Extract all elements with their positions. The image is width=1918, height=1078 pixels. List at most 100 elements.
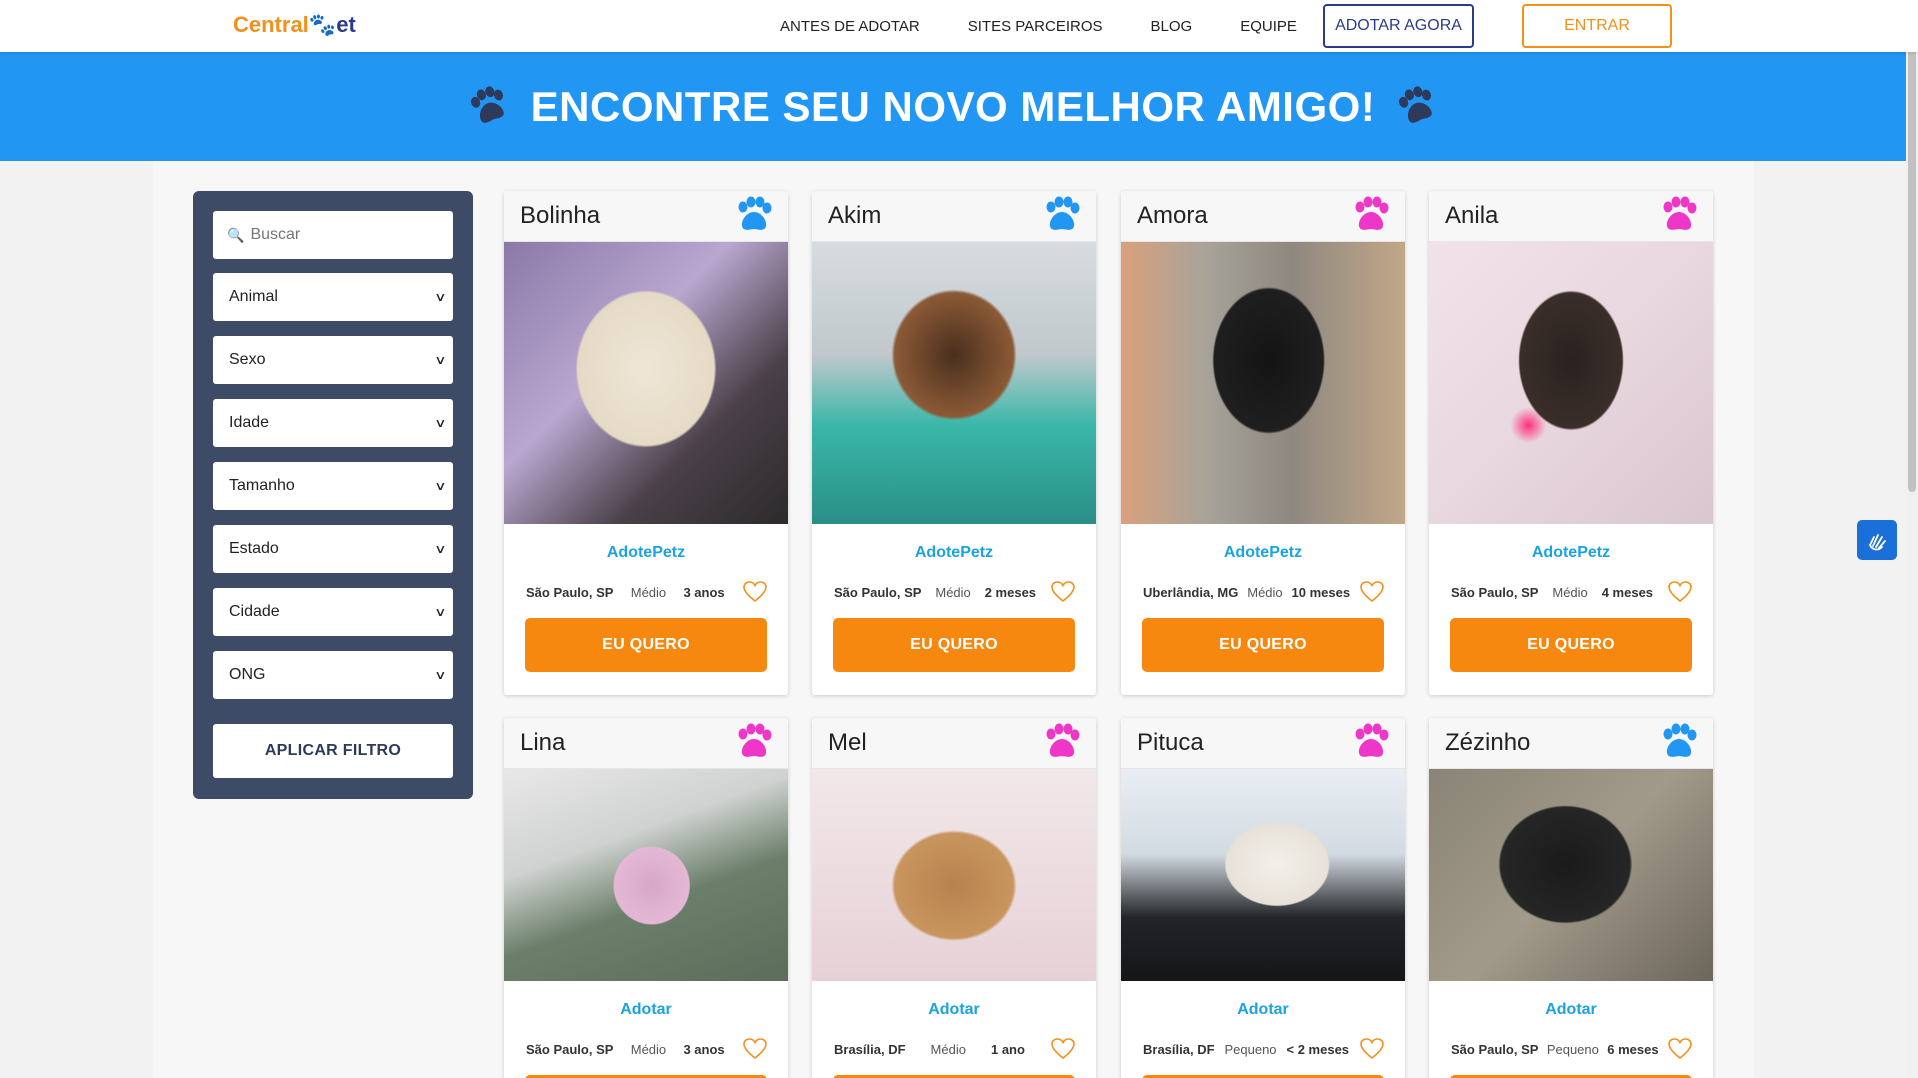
pet-size: Médio	[1247, 584, 1283, 600]
adopt-button[interactable]: EU QUERO	[1450, 618, 1692, 672]
pet-age: 10 meses	[1291, 584, 1351, 600]
pet-org-link[interactable]: Adotar	[812, 1001, 1096, 1019]
pet-org-link[interactable]: AdotePetz	[504, 544, 788, 562]
hero-banner: ENCONTRE SEU NOVO MELHOR AMIGO!	[0, 52, 1906, 161]
filter-panel: 🔍 Buscar Animal ∨ Sexo ∨ Idade ∨ Tamanho ∨ E…	[193, 191, 473, 799]
pet-card[interactable]: Amora AdotePetz Uberlândia, MG Médio 10 mese…	[1121, 191, 1405, 695]
pet-card-header: Zézinho	[1429, 718, 1713, 769]
paw-icon	[1042, 196, 1082, 236]
pet-card[interactable]: Mel Adotar Brasília, DF Médio 1 ano	[812, 718, 1096, 1078]
select-cidade[interactable]: Cidade ∨	[213, 588, 453, 636]
chevron-down-icon: ∨	[434, 290, 447, 304]
pet-org-link[interactable]: AdotePetz	[1429, 544, 1713, 562]
pet-card-header: Mel	[812, 718, 1096, 769]
pet-org-link[interactable]: Adotar	[1121, 1001, 1405, 1019]
pet-card[interactable]: Bolinha AdotePetz São Paulo, SP Médio 3 anos…	[504, 191, 788, 695]
pet-meta: Brasília, DF Pequeno < 2 meses	[1121, 1037, 1405, 1061]
paw-icon	[463, 81, 514, 132]
chevron-down-icon: ∨	[434, 416, 447, 430]
chevron-down-icon: ∨	[434, 668, 447, 682]
pet-photo[interactable]	[1429, 769, 1713, 981]
pet-size: Médio	[630, 1041, 667, 1057]
paw-icon	[734, 196, 774, 236]
heart-icon[interactable]	[742, 1037, 768, 1061]
page-scrollbar[interactable]	[1906, 0, 1918, 1078]
select-estado[interactable]: Estado ∨	[213, 525, 453, 573]
select-idade[interactable]: Idade ∨	[213, 399, 453, 447]
heart-icon[interactable]	[1359, 1037, 1385, 1061]
pet-location: Brasília, DF	[834, 1041, 906, 1057]
heart-icon[interactable]	[1667, 1037, 1693, 1061]
pet-age: 3 anos	[683, 584, 725, 600]
select-tamanho[interactable]: Tamanho ∨	[213, 462, 453, 510]
scrollbar-thumb[interactable]	[1908, 40, 1916, 492]
pet-meta: Brasília, DF Médio 1 ano	[812, 1037, 1096, 1061]
pet-photo[interactable]	[504, 242, 788, 524]
pet-photo[interactable]	[1121, 242, 1405, 524]
pet-card[interactable]: Zézinho Adotar São Paulo, SP Pequeno 6 meses	[1429, 718, 1713, 1078]
paw-icon	[1042, 723, 1082, 763]
adopt-now-button[interactable]: ADOTAR AGORA	[1323, 4, 1474, 48]
select-sexo[interactable]: Sexo ∨	[213, 336, 453, 384]
pet-size: Médio	[1552, 584, 1588, 600]
pet-name: Zézinho	[1445, 729, 1531, 756]
heart-icon[interactable]	[1667, 580, 1693, 604]
pet-location: Uberlândia, MG	[1143, 584, 1239, 600]
pet-card-header: Amora	[1121, 191, 1405, 242]
pet-card[interactable]: Akim AdotePetz São Paulo, SP Médio 2 meses EU…	[812, 191, 1096, 695]
pet-meta: São Paulo, SP Médio 3 anos	[504, 1037, 788, 1061]
accessibility-widget-button[interactable]	[1857, 520, 1897, 560]
pet-name: Anila	[1445, 202, 1499, 229]
pet-location: São Paulo, SP	[526, 1041, 614, 1057]
select-ong[interactable]: ONG ∨	[213, 651, 453, 699]
pet-card[interactable]: Pituca Adotar Brasília, DF Pequeno < 2 meses	[1121, 718, 1405, 1078]
nav-sites-parceiros[interactable]: SITES PARCEIROS	[968, 18, 1103, 35]
heart-icon[interactable]	[1050, 580, 1076, 604]
pet-org-link[interactable]: AdotePetz	[812, 544, 1096, 562]
pet-meta: São Paulo, SP Médio 2 meses	[812, 580, 1096, 604]
pet-size: Médio	[935, 584, 971, 600]
pet-size: Pequeno	[1224, 1041, 1277, 1057]
pet-name: Lina	[520, 729, 566, 756]
pet-age: 6 meses	[1607, 1041, 1659, 1057]
pet-age: < 2 meses	[1286, 1041, 1350, 1057]
pet-card-header: Anila	[1429, 191, 1713, 242]
pet-name: Akim	[828, 202, 882, 229]
adopt-button[interactable]: EU QUERO	[833, 618, 1075, 672]
adopt-button[interactable]: EU QUERO	[1142, 618, 1384, 672]
pet-location: São Paulo, SP	[526, 584, 614, 600]
search-input[interactable]: 🔍 Buscar	[213, 211, 453, 259]
pet-size: Médio	[930, 1041, 966, 1057]
chevron-down-icon: ∨	[434, 479, 447, 493]
pet-photo[interactable]	[504, 769, 788, 981]
heart-icon[interactable]	[742, 580, 768, 604]
pet-org-link[interactable]: Adotar	[1429, 1001, 1713, 1019]
site-logo[interactable]: Central🐾et	[233, 12, 356, 38]
search-icon: 🔍	[227, 226, 245, 243]
pet-org-link[interactable]: Adotar	[504, 1001, 788, 1019]
nav-equipe[interactable]: EQUIPE	[1240, 18, 1297, 35]
pet-org-link[interactable]: AdotePetz	[1121, 544, 1405, 562]
nav-antes-de-adotar[interactable]: ANTES DE ADOTAR	[780, 18, 920, 35]
pet-photo[interactable]	[1429, 242, 1713, 524]
pet-age: 3 anos	[683, 1041, 725, 1057]
login-button[interactable]: ENTRAR	[1522, 4, 1672, 48]
hero-title: ENCONTRE SEU NOVO MELHOR AMIGO!	[530, 82, 1376, 130]
chevron-down-icon: ∨	[434, 542, 447, 556]
apply-filter-button[interactable]: APLICAR FILTRO	[213, 724, 453, 778]
select-animal[interactable]: Animal ∨	[213, 273, 453, 321]
pet-card-header: Akim	[812, 191, 1096, 242]
adopt-button[interactable]: EU QUERO	[525, 618, 767, 672]
heart-icon[interactable]	[1359, 580, 1385, 604]
pet-location: São Paulo, SP	[834, 584, 922, 600]
pet-card[interactable]: Anila AdotePetz São Paulo, SP Médio 4 meses E…	[1429, 191, 1713, 695]
pet-photo[interactable]	[812, 242, 1096, 524]
nav-blog[interactable]: BLOG	[1151, 18, 1193, 35]
paw-icon	[1351, 723, 1391, 763]
pet-photo[interactable]	[1121, 769, 1405, 981]
heart-icon[interactable]	[1050, 1037, 1076, 1061]
pet-meta: São Paulo, SP Pequeno 6 meses	[1429, 1037, 1713, 1061]
pet-age: 4 meses	[1601, 584, 1654, 600]
pet-card[interactable]: Lina Adotar São Paulo, SP Médio 3 anos	[504, 718, 788, 1078]
pet-photo[interactable]	[812, 769, 1096, 981]
